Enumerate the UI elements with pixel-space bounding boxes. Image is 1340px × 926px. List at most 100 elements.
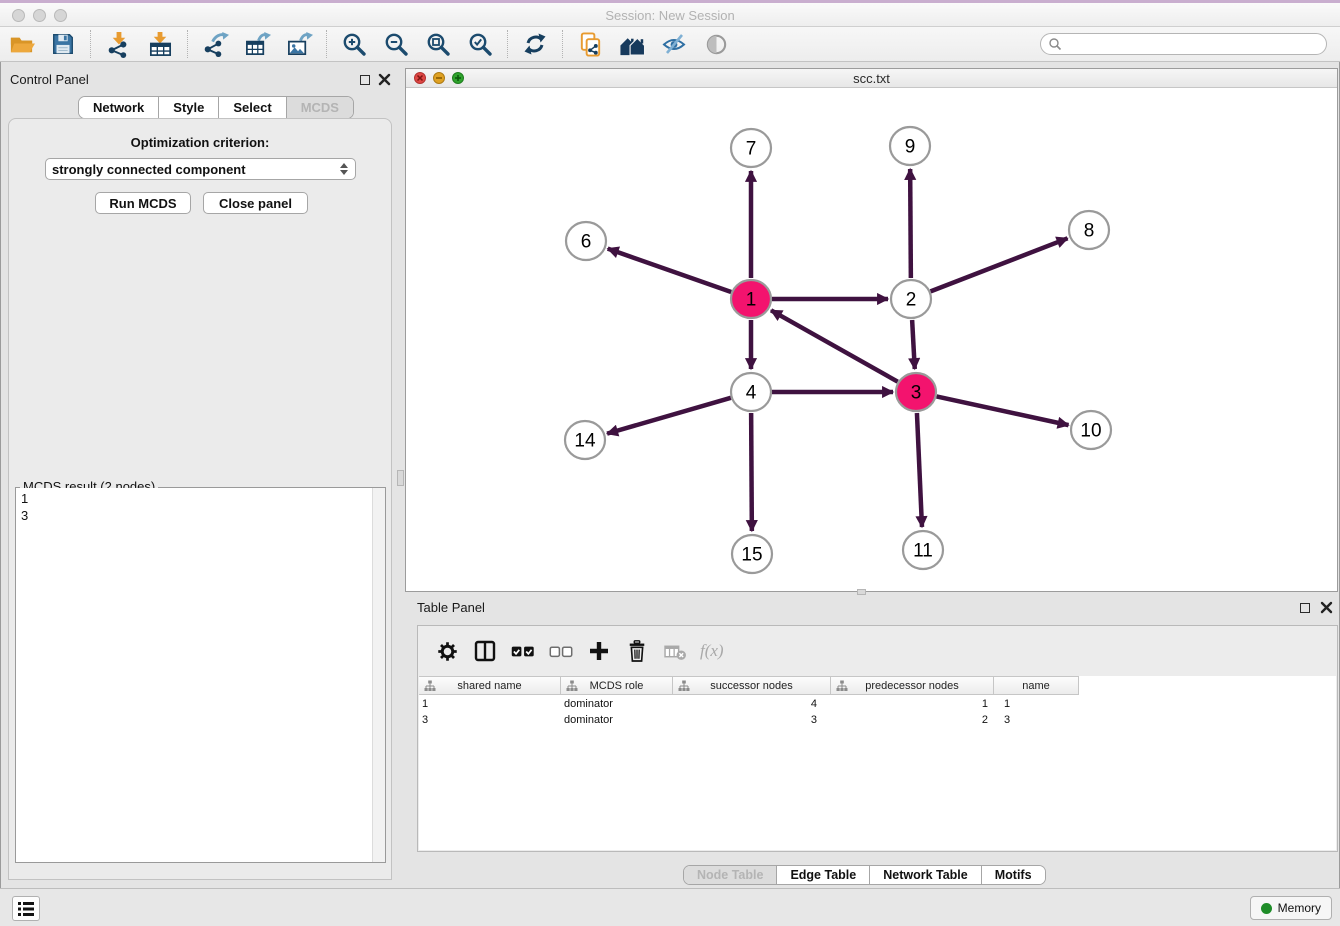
list-icon [17,901,35,917]
graph-edge-2-8[interactable] [931,238,1068,291]
run-mcds-button[interactable]: Run MCDS [95,192,191,214]
float-table-panel-icon[interactable] [1300,603,1310,613]
graph-node-label-9: 9 [905,137,916,158]
table-cell[interactable]: 1 [994,696,1079,712]
task-history-button[interactable] [12,896,40,921]
result-scrollbar[interactable] [372,488,385,862]
graph-node-label-6: 6 [581,232,592,253]
graph-edge-3-10[interactable] [937,396,1069,425]
graph-edge-4-15[interactable] [751,413,752,531]
import-network-icon[interactable] [103,29,133,59]
table-toolbar: f(x) [418,626,1337,676]
export-table-icon[interactable] [242,29,272,59]
refresh-icon[interactable] [520,29,550,59]
function-builder-icon: f(x) [700,641,724,661]
delete-row-icon[interactable] [623,637,651,665]
table-panel-header: Table Panel [405,596,1340,620]
column-header-shared-name[interactable]: shared name [419,676,561,695]
column-header-MCDS-role[interactable]: MCDS role [561,676,673,695]
graph-edge-1-6[interactable] [608,249,731,292]
memory-label: Memory [1278,901,1321,915]
main-toolbar [0,27,1340,62]
title-bar: Session: New Session [0,0,1340,27]
toggle-visibility-icon[interactable] [659,29,689,59]
table-cell[interactable]: 4 [673,696,831,712]
optimization-criterion-label: Optimization criterion: [9,135,391,150]
table-cell[interactable]: dominator [561,712,673,728]
table-row[interactable]: 3dominator323 [419,712,1336,728]
tab-motifs[interactable]: Motifs [981,866,1045,884]
toolbar-separator [187,30,188,58]
control-panel-tabs: NetworkStyleSelectMCDS [78,96,354,119]
table-row[interactable]: 1dominator411 [419,696,1336,712]
close-table-panel-icon[interactable] [1320,601,1333,614]
table-cell[interactable]: 3 [994,712,1079,728]
graph-node-label-8: 8 [1084,221,1095,242]
tab-edge-table[interactable]: Edge Table [776,866,869,884]
delete-table-icon [661,637,689,665]
float-panel-icon[interactable] [360,75,370,85]
close-panel-button[interactable]: Close panel [203,192,308,214]
graph-node-label-14: 14 [574,431,596,452]
network-graph: 7968124314101511 [406,88,1337,591]
control-panel: Control Panel NetworkStyleSelectMCDS Opt… [0,62,400,888]
mcds-result-textarea[interactable]: 1 3 [16,488,385,862]
network-window-titlebar[interactable]: scc.txt [406,69,1337,88]
horizontal-splitter-handle[interactable] [857,589,866,595]
table-cell[interactable]: 2 [831,712,994,728]
search-box[interactable] [1040,33,1327,55]
table-cell[interactable]: dominator [561,696,673,712]
zoom-out-icon[interactable] [381,29,411,59]
import-table-icon[interactable] [145,29,175,59]
mcds-tab-content: Optimization criterion: strongly connect… [8,118,392,880]
select-all-icon[interactable] [509,637,537,665]
column-header-successor-nodes[interactable]: successor nodes [673,676,831,695]
export-image-icon[interactable] [284,29,314,59]
tab-mcds[interactable]: MCDS [286,97,353,118]
graph-edge-4-14[interactable] [607,398,731,434]
column-layout-icon[interactable] [471,637,499,665]
graph-node-label-1: 1 [746,290,757,311]
node-table: shared nameMCDS rolesuccessor nodesprede… [419,676,1336,850]
tab-style[interactable]: Style [158,97,218,118]
search-input[interactable] [1062,35,1326,53]
home-icon[interactable] [617,29,647,59]
table-settings-icon[interactable] [433,637,461,665]
toolbar-separator [562,30,563,58]
table-cell[interactable]: 1 [831,696,994,712]
close-panel-icon[interactable] [378,73,391,86]
criterion-dropdown[interactable]: strongly connected component [45,158,356,180]
table-cell[interactable]: 3 [673,712,831,728]
open-session-icon[interactable] [6,29,36,59]
tab-node-table[interactable]: Node Table [684,866,776,884]
column-header-name[interactable]: name [994,676,1079,695]
criterion-value: strongly connected component [52,162,339,177]
zoom-fit-icon[interactable] [423,29,453,59]
tab-network-table[interactable]: Network Table [869,866,981,884]
graph-node-label-10: 10 [1080,421,1101,442]
table-cell[interactable]: 3 [419,712,561,728]
table-cell[interactable]: 1 [419,696,561,712]
memory-button[interactable]: Memory [1250,896,1332,920]
tab-network[interactable]: Network [79,97,158,118]
graph-node-label-2: 2 [906,290,917,311]
graph-edge-2-9[interactable] [910,169,911,278]
table-body: 1dominator4113dominator323 [419,696,1336,850]
graph-edge-3-11[interactable] [917,413,922,527]
tab-select[interactable]: Select [218,97,285,118]
vertical-splitter-handle[interactable] [397,470,404,486]
window-title: Session: New Session [0,8,1340,23]
graph-edge-2-3[interactable] [912,320,915,369]
column-header-predecessor-nodes[interactable]: predecessor nodes [831,676,994,695]
network-canvas[interactable]: 7968124314101511 [406,88,1337,591]
table-panel-title: Table Panel [417,600,485,615]
save-session-icon[interactable] [48,29,78,59]
add-row-icon[interactable] [585,637,613,665]
duplicate-network-icon[interactable] [575,29,605,59]
graph-edge-3-1[interactable] [771,310,898,381]
export-network-icon[interactable] [200,29,230,59]
zoom-selected-icon[interactable] [465,29,495,59]
zoom-in-icon[interactable] [339,29,369,59]
unselect-all-icon[interactable] [547,637,575,665]
node-table-panel: f(x) shared nameMCDS rolesuccessor nodes… [417,625,1338,852]
